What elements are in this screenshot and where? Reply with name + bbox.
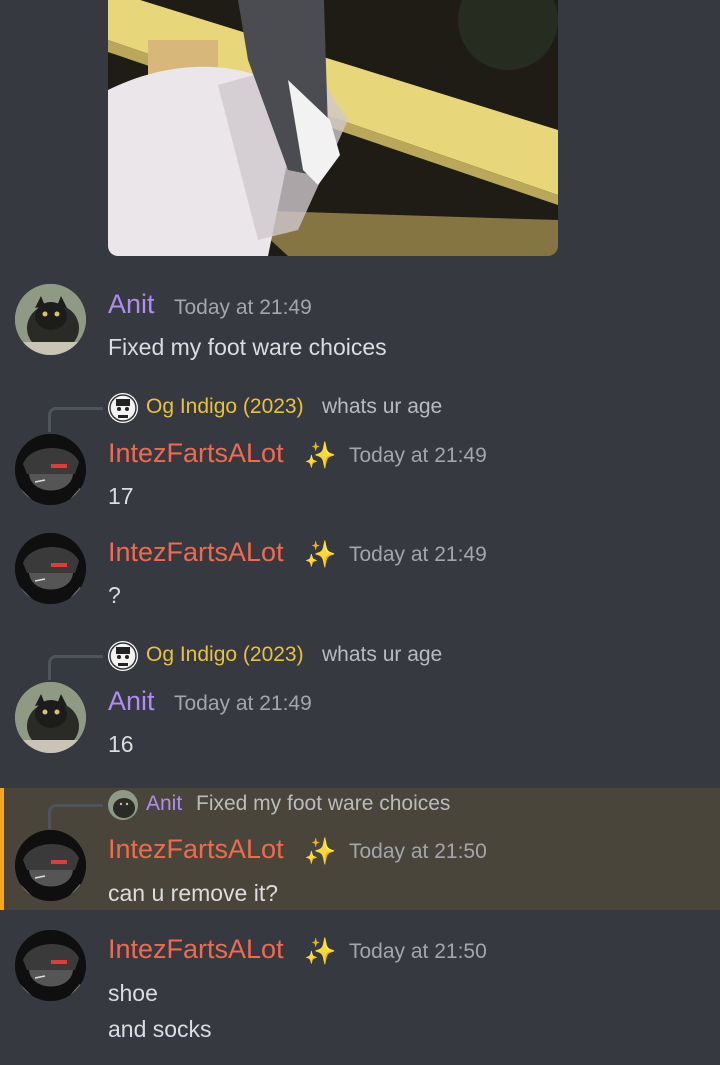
reply-reference[interactable]: Og Indigo (2023) whats ur age: [0, 639, 720, 680]
image-attachment[interactable]: [108, 0, 558, 256]
timestamp: Today at 21:50: [349, 940, 487, 963]
reply-reference[interactable]: Og Indigo (2023) whats ur age: [0, 391, 720, 432]
reply-reference[interactable]: Anit Fixed my foot ware choices: [0, 788, 720, 829]
sparkle-badge-icon: ✨: [304, 936, 337, 966]
message-text: 17: [108, 483, 134, 509]
reply-author[interactable]: Og Indigo (2023): [146, 643, 304, 667]
message: IntezFartsALot ✨ Today at 21:49 17: [0, 432, 720, 512]
message-text: can u remove it?: [108, 880, 279, 906]
timestamp: Today at 21:49: [349, 543, 487, 566]
message: IntezFartsALot ✨ Today at 21:50 shoe and…: [0, 928, 720, 1058]
sparkle-badge-icon: ✨: [304, 440, 337, 470]
message-text: 16: [108, 731, 134, 757]
message-text: Fixed my foot ware choices: [108, 334, 387, 360]
avatar[interactable]: [15, 434, 86, 505]
message: Anit Today at 21:49 16: [0, 680, 720, 770]
timestamp: Today at 21:50: [349, 840, 487, 863]
username[interactable]: IntezFartsALot: [108, 438, 284, 469]
reply-text: whats ur age: [322, 395, 443, 418]
username[interactable]: IntezFartsALot: [108, 834, 284, 865]
avatar[interactable]: [15, 930, 86, 1001]
avatar[interactable]: [15, 682, 86, 753]
highlighted-message: Anit Fixed my foot ware choices IntezFar…: [0, 788, 720, 910]
reply-connector: [48, 655, 103, 680]
reply-text: Fixed my foot ware choices: [196, 792, 451, 815]
reply-text: whats ur age: [322, 643, 443, 666]
reply-connector: [48, 407, 103, 432]
message-text: ?: [108, 582, 121, 608]
sparkle-badge-icon: ✨: [304, 539, 337, 569]
sparkle-badge-icon: ✨: [304, 836, 337, 866]
username[interactable]: Anit: [108, 686, 155, 717]
message: Anit Today at 21:49 Fixed my foot ware c…: [0, 284, 720, 374]
username[interactable]: IntezFartsALot: [108, 537, 284, 568]
reply-connector: [48, 804, 103, 829]
timestamp: Today at 21:49: [174, 296, 312, 319]
avatar[interactable]: [15, 830, 86, 901]
reply-author[interactable]: Og Indigo (2023): [146, 395, 304, 419]
reply-author[interactable]: Anit: [146, 792, 182, 816]
username[interactable]: Anit: [108, 289, 155, 320]
reply-avatar: [108, 641, 138, 671]
reply-avatar: [108, 393, 138, 423]
reply-avatar: [108, 790, 138, 820]
timestamp: Today at 21:49: [349, 444, 487, 467]
avatar[interactable]: [15, 284, 86, 355]
message-text: shoe: [108, 980, 158, 1006]
message: IntezFartsALot ✨ Today at 21:49 ?: [0, 531, 720, 611]
timestamp: Today at 21:49: [174, 692, 312, 715]
avatar[interactable]: [15, 533, 86, 604]
message-text: and socks: [108, 1016, 212, 1042]
username[interactable]: IntezFartsALot: [108, 934, 284, 965]
